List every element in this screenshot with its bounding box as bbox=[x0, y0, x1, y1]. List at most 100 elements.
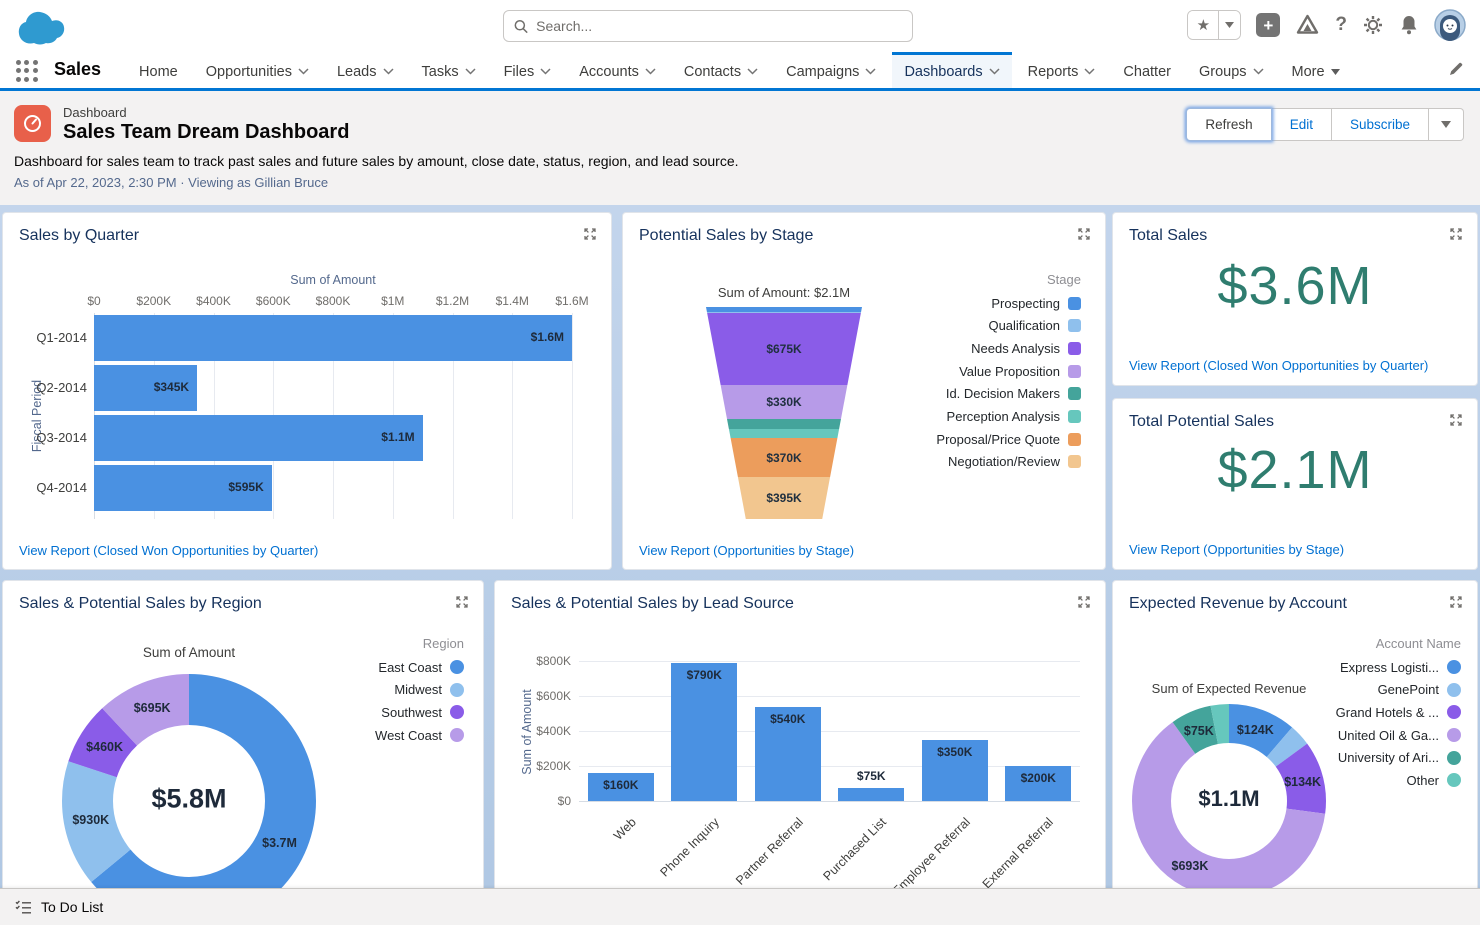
help-button[interactable]: ? bbox=[1335, 14, 1347, 36]
user-avatar[interactable] bbox=[1434, 9, 1466, 41]
app-launcher-button[interactable] bbox=[16, 60, 38, 82]
funnel-segment-perception-analysis[interactable] bbox=[706, 428, 862, 439]
salesforce-logo[interactable] bbox=[14, 3, 78, 54]
chart-title: Sum of Expected Revenue bbox=[1151, 681, 1307, 696]
bar-phone-inquiry[interactable] bbox=[671, 662, 738, 801]
tab-tasks[interactable]: Tasks bbox=[410, 52, 488, 88]
caret-down-icon bbox=[1225, 22, 1235, 28]
refresh-button[interactable]: Refresh bbox=[1186, 108, 1272, 141]
tab-accounts[interactable]: Accounts bbox=[567, 52, 668, 88]
funnel-segment-negotiation-review[interactable]: $395K bbox=[706, 477, 862, 519]
legend-swatch bbox=[1068, 319, 1081, 333]
expand-icon[interactable] bbox=[1077, 227, 1091, 246]
top-utility-bar: ★ + ? bbox=[0, 0, 1480, 52]
expand-icon[interactable] bbox=[1449, 227, 1463, 246]
tab-contacts[interactable]: Contacts bbox=[672, 52, 770, 88]
legend-label: Needs Analysis bbox=[971, 340, 1060, 356]
setup-button[interactable] bbox=[1362, 14, 1384, 36]
x-tick-label: $800K bbox=[315, 294, 351, 308]
tab-files[interactable]: Files bbox=[492, 52, 564, 88]
expand-icon[interactable] bbox=[455, 595, 469, 614]
legend-swatch bbox=[450, 728, 464, 743]
tab-dashboards[interactable]: Dashboards bbox=[892, 52, 1012, 88]
y-tick-label: $800K bbox=[536, 654, 571, 668]
bar-Q3-2014[interactable] bbox=[94, 415, 423, 461]
tab-chatter[interactable]: Chatter bbox=[1111, 52, 1183, 88]
bar-Q1-2014[interactable] bbox=[94, 315, 572, 361]
tab-label: Groups bbox=[1198, 63, 1247, 80]
guidance-center-button[interactable] bbox=[1295, 13, 1320, 37]
todo-list-icon bbox=[15, 900, 31, 913]
tab-reports[interactable]: Reports bbox=[1016, 52, 1108, 88]
edit-button[interactable]: Edit bbox=[1271, 108, 1332, 141]
chevron-down-icon bbox=[382, 68, 394, 75]
y-axis-title: Sum of Amount bbox=[520, 689, 534, 775]
legend-label: Grand Hotels & ... bbox=[1335, 704, 1439, 720]
expand-icon[interactable] bbox=[1449, 595, 1463, 614]
global-actions-button[interactable]: + bbox=[1256, 13, 1281, 37]
tab-leads[interactable]: Leads bbox=[325, 52, 406, 88]
widget-total-potential-sales: Total Potential Sales $2.1M View Report … bbox=[1112, 398, 1478, 570]
tab-opportunities[interactable]: Opportunities bbox=[194, 52, 321, 88]
legend-label: Proposal/Price Quote bbox=[936, 431, 1060, 447]
region-legend: Region East Coast Midwest Southwest West Co… bbox=[375, 636, 464, 751]
tab-groups[interactable]: Groups bbox=[1187, 52, 1276, 88]
legend-swatch bbox=[1068, 432, 1081, 446]
gridline bbox=[572, 313, 573, 519]
funnel-segment-value-proposition[interactable]: $330K bbox=[706, 384, 862, 420]
tab-label: Reports bbox=[1027, 63, 1079, 80]
legend-label: Midwest bbox=[394, 682, 442, 698]
caret-down-icon bbox=[1330, 68, 1340, 75]
todo-list-bar[interactable]: To Do List bbox=[0, 888, 1480, 925]
legend-item: West Coast bbox=[375, 728, 464, 743]
legend-item: East Coast bbox=[375, 660, 464, 675]
bell-icon bbox=[1401, 16, 1417, 35]
bar-value-label: $595K bbox=[228, 480, 264, 494]
legend-title: Region bbox=[422, 636, 464, 651]
search-input[interactable] bbox=[536, 18, 902, 34]
subscribe-button[interactable]: Subscribe bbox=[1331, 108, 1429, 141]
legend-swatch bbox=[1068, 409, 1081, 423]
expand-icon[interactable] bbox=[1077, 595, 1091, 614]
legend-swatch bbox=[450, 660, 464, 674]
app-name: Sales bbox=[54, 59, 102, 79]
gridline bbox=[579, 731, 1080, 732]
tab-home[interactable]: Home bbox=[127, 52, 190, 88]
dashboard-canvas: Sales by Quarter Sum of Amount Fiscal Pe… bbox=[0, 205, 1480, 925]
slice-value-label: $75K bbox=[1183, 724, 1214, 739]
notifications-button[interactable] bbox=[1399, 14, 1419, 36]
legend-label: Southwest bbox=[381, 704, 442, 720]
gridline bbox=[579, 801, 1080, 802]
funnel-segment-id-decision-makers[interactable] bbox=[706, 419, 862, 429]
funnel-segment-proposal-price-quote[interactable]: $370K bbox=[706, 438, 862, 478]
favorite-star-button[interactable]: ★ bbox=[1188, 11, 1219, 39]
view-report-link[interactable]: View Report (Closed Won Opportunities by… bbox=[1129, 358, 1428, 373]
view-report-link[interactable]: View Report (Closed Won Opportunities by… bbox=[19, 543, 318, 558]
bar-purchased-list[interactable] bbox=[838, 787, 905, 801]
legend-item: Qualification bbox=[936, 318, 1081, 333]
favorites-list-button[interactable] bbox=[1218, 11, 1241, 39]
tab-more[interactable]: More bbox=[1280, 52, 1352, 88]
bar-value-label: $540K bbox=[770, 711, 806, 726]
bar-value-label: $1.1M bbox=[381, 430, 415, 444]
bar-value-label: $1.6M bbox=[530, 330, 564, 344]
view-report-link[interactable]: View Report (Opportunities by Stage) bbox=[1129, 542, 1344, 557]
widget-title: Sales by Quarter bbox=[19, 227, 140, 244]
widget-title: Total Sales bbox=[1129, 227, 1208, 244]
widget-expected-revenue-by-account: Expected Revenue by Account Sum of Expec… bbox=[1112, 580, 1478, 925]
tab-campaigns[interactable]: Campaigns bbox=[774, 52, 888, 88]
expand-icon[interactable] bbox=[1449, 413, 1463, 432]
legend-item: Id. Decision Makers bbox=[936, 386, 1081, 401]
edit-nav-pencil-icon[interactable] bbox=[1448, 61, 1464, 82]
slice-value-label: $460K bbox=[86, 740, 124, 755]
more-actions-button[interactable] bbox=[1429, 108, 1464, 141]
object-type-label: Dashboard bbox=[63, 105, 127, 120]
view-report-link[interactable]: View Report (Opportunities by Stage) bbox=[639, 543, 854, 558]
donut-center-value: $1.1M bbox=[1198, 786, 1260, 811]
expand-icon[interactable] bbox=[583, 227, 597, 246]
legend-title: Stage bbox=[1047, 272, 1081, 287]
page-title: Sales Team Dream Dashboard bbox=[63, 121, 350, 143]
global-search bbox=[503, 10, 913, 42]
donut-center-value: $5.8M bbox=[151, 783, 227, 814]
funnel-segment-needs-analysis[interactable]: $675K bbox=[706, 313, 862, 385]
